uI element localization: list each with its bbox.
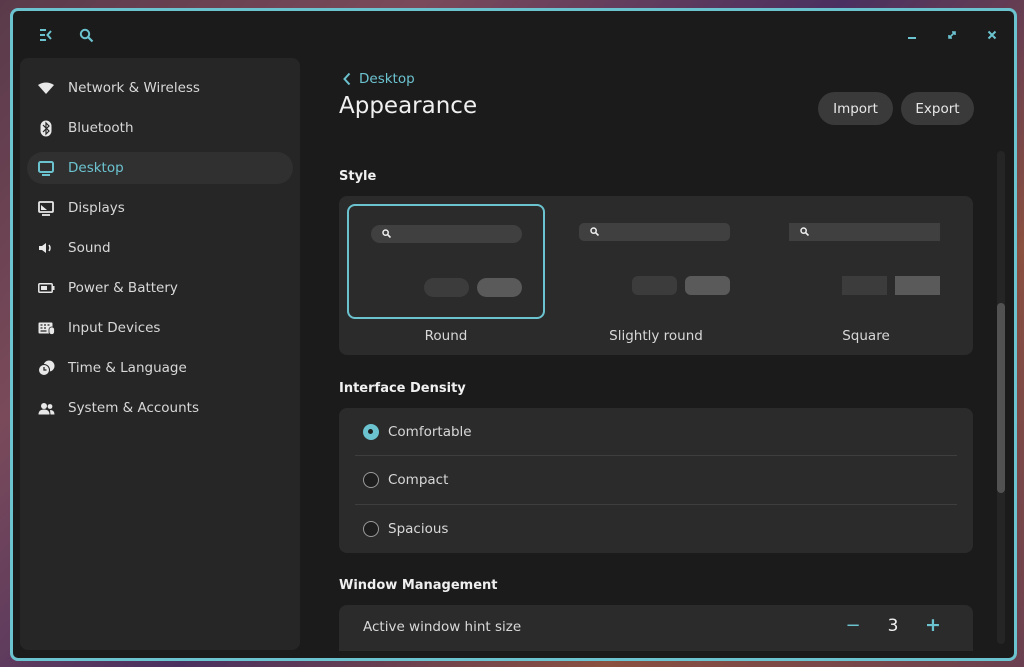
close-icon (987, 30, 997, 40)
sidebar-item-label: Sound (68, 240, 111, 256)
hint-size-value: 3 (887, 616, 899, 636)
clock-globe-icon (36, 358, 56, 378)
style-option-round[interactable] (347, 204, 545, 319)
sidebar-item-label: Desktop (68, 160, 124, 176)
search-button[interactable] (74, 23, 98, 47)
search-icon (590, 227, 599, 236)
style-option-label: Slightly round (609, 328, 703, 344)
style-card: Round Slightly round Square (339, 196, 973, 355)
wifi-icon (36, 78, 56, 98)
scrollbar-thumb[interactable] (997, 303, 1005, 493)
keyboard-icon (36, 318, 56, 338)
preview-button (842, 276, 887, 295)
density-option-compact[interactable]: Compact (355, 456, 957, 504)
radio-label: Spacious (388, 521, 449, 537)
radio-label: Comfortable (388, 424, 472, 440)
export-button[interactable]: Export (901, 92, 974, 125)
import-button[interactable]: Import (818, 92, 893, 125)
sidebar-item-label: System & Accounts (68, 400, 199, 416)
content-scrollbar[interactable] (997, 151, 1005, 644)
sidebar-item-time-language[interactable]: Time & Language (27, 352, 293, 384)
header-bar (13, 11, 1014, 59)
sidebar-item-label: Time & Language (68, 360, 187, 376)
breadcrumb-label: Desktop (359, 71, 415, 87)
maximize-icon (948, 31, 956, 39)
sidebar-item-label: Network & Wireless (68, 80, 200, 96)
sidebar-item-bluetooth[interactable]: Bluetooth (27, 112, 293, 144)
page-title: Appearance (339, 93, 478, 119)
sidebar-item-label: Input Devices (68, 320, 161, 336)
preview-search-bar (789, 223, 940, 241)
sidebar-item-label: Bluetooth (68, 120, 134, 136)
main-content: Desktop Appearance Import Export Style R… (339, 59, 989, 658)
sidebar-collapse-icon (40, 29, 52, 41)
window-management-card: Active window hint size − 3 + (339, 605, 973, 651)
radio-unselected[interactable] (363, 472, 379, 488)
sidebar-item-sound[interactable]: Sound (27, 232, 293, 264)
preview-button (424, 278, 469, 297)
preview-button (632, 276, 677, 295)
radio-label: Compact (388, 472, 449, 488)
style-option-label: Round (424, 328, 468, 344)
search-icon (800, 227, 809, 236)
sidebar-item-input-devices[interactable]: Input Devices (27, 312, 293, 344)
users-icon (36, 398, 56, 418)
preview-button (477, 278, 522, 297)
style-option-square[interactable] (767, 204, 965, 319)
density-option-comfortable[interactable]: Comfortable (355, 408, 957, 456)
increment-button[interactable]: + (919, 614, 947, 638)
bluetooth-icon (36, 118, 56, 138)
preview-search-bar (371, 225, 522, 243)
sidebar-item-power[interactable]: Power & Battery (27, 272, 293, 304)
sidebar: Network & Wireless Bluetooth Desktop Dis… (20, 58, 300, 650)
preview-button (895, 276, 940, 295)
style-option-label: Square (842, 328, 890, 344)
breadcrumb-back-link[interactable]: Desktop (342, 71, 415, 87)
preview-button (685, 276, 730, 295)
density-option-spacious[interactable]: Spacious (355, 505, 957, 553)
preview-search-bar (579, 223, 730, 241)
speaker-icon (36, 238, 56, 258)
style-option-slightly-round[interactable] (557, 204, 755, 319)
sidebar-item-label: Power & Battery (68, 280, 178, 296)
monitor-icon (36, 158, 56, 178)
sidebar-item-system-accounts[interactable]: System & Accounts (27, 392, 293, 424)
density-card: Comfortable Compact Spacious (339, 408, 973, 553)
displays-icon (36, 198, 56, 218)
chevron-left-icon (343, 72, 351, 86)
density-heading: Interface Density (339, 381, 466, 396)
battery-icon (36, 278, 56, 298)
sidebar-item-displays[interactable]: Displays (27, 192, 293, 224)
hint-size-label: Active window hint size (363, 619, 522, 635)
radio-selected[interactable] (363, 424, 379, 440)
window-management-heading: Window Management (339, 578, 498, 593)
radio-unselected[interactable] (363, 521, 379, 537)
search-icon (79, 28, 93, 42)
sidebar-item-network[interactable]: Network & Wireless (27, 72, 293, 104)
maximize-button[interactable] (940, 23, 964, 47)
sidebar-toggle-button[interactable] (34, 23, 58, 47)
decrement-button[interactable]: − (839, 615, 867, 639)
minimize-button[interactable] (900, 23, 924, 47)
close-button[interactable] (980, 23, 1004, 47)
search-icon (382, 229, 391, 238)
minimize-icon (908, 37, 916, 39)
sidebar-item-label: Displays (68, 200, 125, 216)
sidebar-item-desktop[interactable]: Desktop (27, 152, 293, 184)
settings-window: Network & Wireless Bluetooth Desktop Dis… (10, 8, 1017, 661)
style-heading: Style (339, 169, 377, 184)
